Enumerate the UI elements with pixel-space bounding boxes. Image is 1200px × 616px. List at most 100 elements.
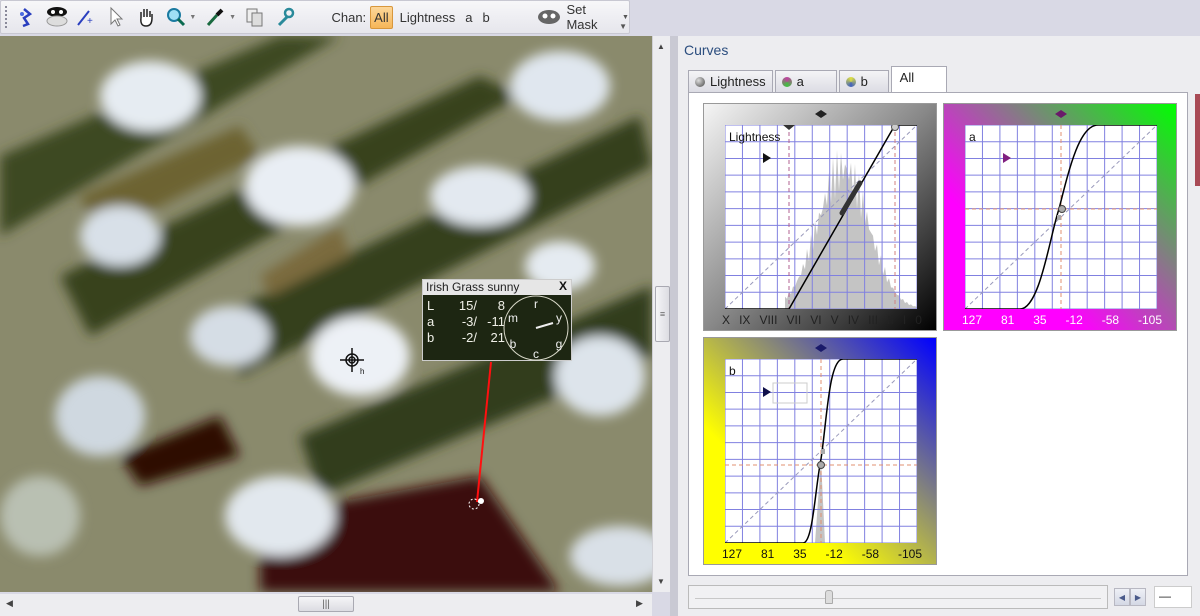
curve-control-point [1058,205,1066,213]
histogram [785,149,917,309]
channel-lightness-button[interactable]: Lightness [397,7,459,28]
channel-a-button[interactable]: a [462,7,475,28]
black-point-handle [783,125,795,130]
a-curve-panel: a 127 81 35 -12 -58 -105 [943,103,1177,331]
tab-all[interactable]: All [890,66,947,92]
curves-panel: Curves Lightness a b All Lightness X IX VI… [678,36,1200,616]
svg-text:g: g [556,337,563,351]
curve-slider[interactable] [688,585,1108,609]
b-axis-labels: 127 81 35 -12 -58 -105 [722,547,922,561]
vertical-scrollbar[interactable]: ▲ ≡ ▼ [652,36,670,592]
histogram [815,459,825,543]
a-curve-graph[interactable]: a [965,125,1157,309]
a-axis-labels: 127 81 35 -12 -58 -105 [962,313,1162,327]
set-mask-label: Set Mask [566,2,598,32]
main-toolbar: + ▼ ▼ Chan: All Lightness a b Set Mask ▼… [0,0,630,34]
tab-b[interactable]: b [838,70,889,92]
range-handle-icon[interactable] [815,110,827,118]
axis-tick-label: -12 [825,547,843,561]
lightness-curve-panel: Lightness X IX VIII VII VI V IV III II I 0 [703,103,937,331]
select-button[interactable] [103,4,129,30]
slider-track [695,598,1101,600]
sample-marker [1057,215,1061,220]
eyedropper-dropdown-icon[interactable]: ▼ [229,14,236,21]
sampler-title: Irish Grass sunny [423,280,571,295]
arrow-cursor-icon [110,6,124,27]
sampler-row-a: a -3/-11 [427,314,505,329]
hand-icon [139,9,153,27]
axis-tick-label: VI [810,313,822,327]
mask-button[interactable] [44,4,70,30]
copy-button[interactable] [242,4,268,30]
tab-lightness[interactable]: Lightness [688,70,773,92]
curves-tabs: Lightness a b All [688,66,949,92]
toolbar-overflow-icon[interactable]: ▼ [619,22,627,31]
panel-splitter[interactable] [670,36,678,616]
range-handle-icon[interactable] [815,344,827,352]
value-field[interactable]: — [1154,586,1192,608]
eyedropper-icon [207,8,224,27]
scroll-down-icon[interactable]: ▼ [657,577,665,586]
tab-a[interactable]: a [774,70,837,92]
channel-b-button[interactable]: b [480,7,493,28]
set-mask-button[interactable]: Set Mask ▼ [537,2,629,32]
prev-button[interactable]: ◀ [1114,588,1130,606]
scroll-up-icon[interactable]: ▲ [657,42,665,51]
horizontal-scrollbar[interactable]: ◀ ||| ▶ [0,594,652,616]
axis-tick-label: V [830,313,839,327]
horizontal-scroll-thumb[interactable]: ||| [298,596,354,612]
axis-tick-label: VIII [759,313,778,327]
axis-tick-label: -58 [1101,313,1120,327]
axis-tick-label: -58 [861,547,880,561]
a-ball-icon [781,76,792,87]
lightness-ball-icon [695,76,705,87]
eyedropper-button[interactable] [202,4,228,30]
axis-tick-label: -105 [1137,313,1162,327]
mask-icon [537,10,560,24]
next-button[interactable]: ▶ [1130,588,1146,606]
set-mask-dropdown-icon: ▼ [622,13,629,21]
svg-text:c: c [533,347,539,361]
mask-icon [46,7,68,27]
color-dial-icon: r y g c b m [503,295,569,361]
svg-text:+: + [87,16,93,27]
b-ball-icon [845,76,856,87]
lightness-curve-graph[interactable]: Lightness [725,125,917,309]
vertical-scroll-thumb[interactable]: ≡ [655,286,670,342]
add-sample-button[interactable]: + [73,4,99,30]
magnifier-icon [166,8,185,27]
pan-button[interactable] [133,4,159,30]
axis-tick-label: 35 [1033,313,1047,327]
lightness-curve-name: Lightness [729,130,781,144]
panel-title: Curves [684,42,729,58]
a-curve-name: a [969,130,976,144]
curve-control-point [817,461,825,469]
settings-button[interactable] [272,4,298,30]
color-picker-button[interactable] [14,4,40,30]
zoom-dropdown-icon[interactable]: ▼ [189,14,196,21]
axis-tick-label: IV [847,313,860,327]
scroll-right-icon[interactable]: ▶ [636,598,643,609]
axis-tick-label: 127 [722,547,743,561]
axis-tick-label: -105 [897,547,922,561]
slider-knob[interactable] [824,590,833,604]
image-viewport[interactable]: h Irish Grass sunny X L 15/8 a -3/-11 b -2/… [0,36,652,592]
range-handle-icon[interactable] [1055,110,1067,118]
color-picker-icon [19,8,32,28]
axis-tick-label: VII [786,313,802,327]
svg-text:r: r [534,297,538,311]
lightness-axis-labels: X IX VIII VII VI V IV III II I 0 [722,313,922,327]
sampler-row-b: b -2/21 [427,330,505,345]
b-curve-graph[interactable]: b [725,359,917,543]
channel-all-button[interactable]: All [370,5,393,29]
channel-label: Chan: [331,9,367,25]
zoom-button[interactable] [163,4,189,30]
color-sampler-popup[interactable]: Irish Grass sunny X L 15/8 a -3/-11 b -2/21… [422,279,572,361]
toolbar-grip[interactable] [5,6,8,28]
scroll-left-icon[interactable]: ◀ [6,598,13,609]
svg-text:h: h [360,367,364,376]
sampler-close-button[interactable]: X [556,280,570,293]
axis-tick-label: 0 [915,313,922,327]
curve-control-point [891,125,899,131]
wrench-icon [277,7,294,27]
